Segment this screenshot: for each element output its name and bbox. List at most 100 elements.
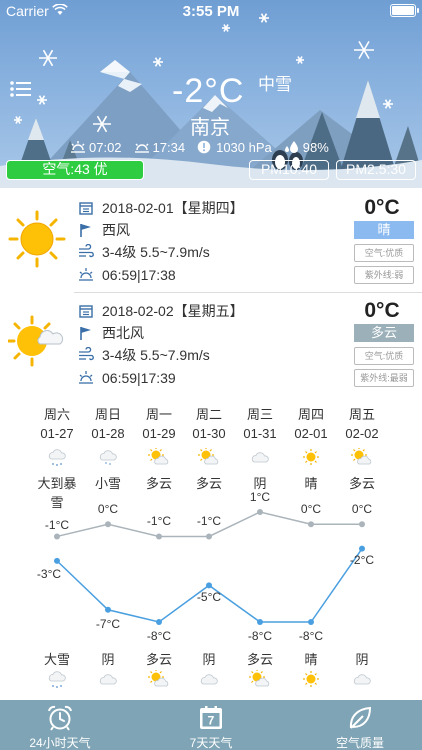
day-card-today[interactable]: 2018-02-01【星期四】 西风 3-4级 5.5~7.9m/s 06:59… [0,192,422,292]
high-temp-point [206,533,212,540]
status-bar: Carrier 3:55 PM [0,0,422,22]
high-temp-point [54,533,60,540]
low-temp-label: -5°C [196,590,222,605]
tab-7-day[interactable]: 7 7天天气 [151,700,271,750]
alarm-clock-icon [48,705,72,731]
high-temp-label: 0°C [351,502,373,517]
forecast-day-condition: 小雪 [94,476,121,491]
weekly-forecast[interactable]: 周六 周日 周一 周二 周三 周四 周五 01-27 01-28 01-29 01-30 01-31 0… [0,400,422,700]
sunrise-sunset-icon [79,268,93,281]
forecast-date: 02-02 [345,426,379,441]
pressure-icon [197,140,213,154]
calendar-icon: 7 [200,706,222,729]
high-temp-point [105,521,111,528]
forecast-weekday: 周四 [297,407,324,422]
tab-label: 7天天气 [189,736,233,750]
partly-cloudy-icon [8,315,64,367]
day-divider [74,292,422,293]
wind-flag-icon [80,327,91,340]
low-temp-label: -8°C [298,629,324,643]
forecast-night-condition: 多云 [145,652,172,667]
current-condition: 中雪 [258,75,292,94]
svg-text:7: 7 [208,714,215,728]
overcast-icon [353,674,371,685]
forecast-night-condition: 大雪 [43,652,70,667]
low-temp-point [308,619,314,625]
tab-air-quality[interactable]: 空气质量 [300,700,420,750]
low-temp-point [54,557,60,564]
current-temperature: -2°C [172,72,245,110]
forecast-night-condition: 阴 [101,652,115,667]
sun-icon [8,210,66,268]
forecast-date: 01-29 [142,426,176,441]
forecast-weekday: 周一 [145,407,172,422]
day-date: 2018-02-01【星期四】 [102,200,244,216]
partly-cloudy-icon [198,448,219,465]
uv-pill: 紫外线:最弱 [354,369,414,387]
forecast-date: 01-30 [192,426,226,441]
low-temp-label: -8°C [146,629,172,643]
forecast-day-condition: 多云 [145,476,172,491]
forecast-day-condition: 晴 [304,476,318,491]
city-name[interactable]: 南京 [190,111,230,140]
bottom-tab-bar: 24小时天气 7 7天天气 空气质量 [0,700,422,750]
wind-icon [79,244,94,258]
calendar-icon [79,202,93,215]
light-snow-icon [99,450,117,465]
air-quality-badge[interactable]: 空气:43 优 [6,160,144,180]
sun-icon [303,449,319,465]
sunrise-icon [70,140,86,154]
low-temp-point [105,606,111,613]
pm10-badge: PM10:40 [249,160,329,180]
weather-header: Carrier 3:55 PM -2°C 中雪 南京 07:02 17:34 1… [0,0,422,188]
forecast-weekday: 周日 [94,407,121,422]
high-temp-point [308,521,314,528]
humidity-value: 98% [302,139,329,155]
menu-icon[interactable] [10,80,32,98]
forecast-date: 01-28 [91,426,125,441]
forecast-date: 02-01 [294,426,328,441]
day-date: 2018-02-02【星期五】 [102,303,244,319]
forecast-night-condition: 阴 [355,652,369,667]
high-temp-point [156,533,162,540]
forecast-weekday: 周六 [43,407,70,422]
wind-direction: 西北风 [102,325,144,341]
forecast-day-condition: 多云 [195,476,222,491]
partly-cloudy-icon [351,448,372,465]
day-condition-pill: 多云 [354,324,414,342]
day-high-temp: 0°C [364,299,400,322]
low-temp-label: -2°C [349,552,375,567]
forecast-date: 01-31 [243,426,277,441]
sunset-icon [134,140,150,154]
high-temp-point [257,509,263,515]
wind-speed: 3-4级 5.5~7.9m/s [102,347,210,363]
tab-label: 24小时天气 [29,736,91,750]
heavy-snow-icon [48,671,66,688]
low-temp-label: -3°C [36,566,62,581]
sunrise-sunset-icon [79,371,93,384]
forecast-night-condition: 多云 [246,652,273,667]
low-temp-point [156,619,162,625]
uv-pill: 紫外线:弱 [354,266,414,284]
overcast-icon [200,674,218,685]
high-temp-label: -1°C [44,518,70,533]
wind-flag-icon [80,224,91,237]
high-temp-point [359,521,365,528]
battery-icon [390,4,419,17]
high-temp-label: -1°C [196,514,222,529]
day-high-temp: 0°C [364,196,400,219]
forecast-weekday: 周二 [195,407,222,422]
partly-cloudy-icon [148,670,169,687]
sun-icon [303,671,319,687]
air-quality-pill: 空气:优质 [354,244,414,262]
day-card-tomorrow[interactable]: 2018-02-02【星期五】 西北风 3-4级 5.5~7.9m/s 06:5… [0,295,422,395]
heavy-snow-icon [48,449,66,466]
wind-icon [79,347,94,361]
partly-cloudy-icon [249,670,270,687]
sunset-time: 17:34 [152,139,186,155]
tab-24-hour[interactable]: 24小时天气 [0,700,120,750]
low-temp-point [206,582,212,589]
sun-times: 06:59|17:38 [102,267,176,283]
forecast-weekday: 周三 [246,407,273,422]
pm25-badge: PM2.5:30 [336,160,416,180]
